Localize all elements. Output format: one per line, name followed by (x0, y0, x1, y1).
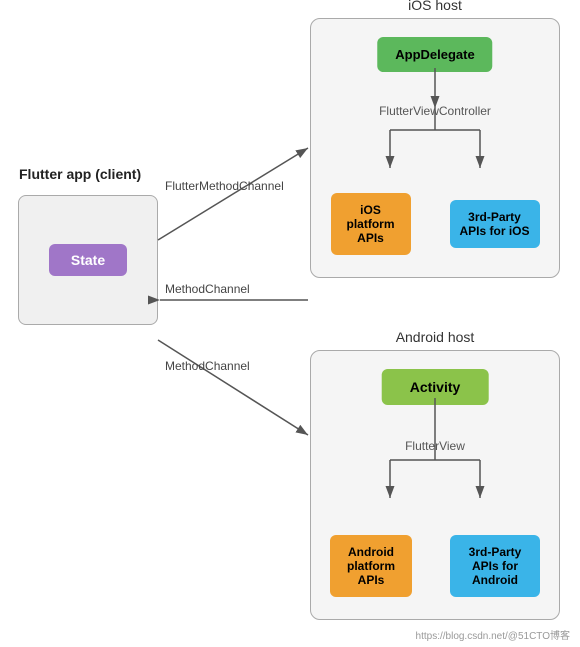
activity-box: Activity (382, 369, 489, 405)
method-channel-lower-label: MethodChannel (165, 359, 250, 373)
diagram-container: Flutter app (client) State iOS host AppD… (0, 0, 580, 647)
android-host-label: Android host (311, 329, 559, 345)
flutter-client-label: Flutter app (client) (19, 166, 141, 182)
ios-platform-apis-box: iOSplatformAPIs (331, 193, 411, 255)
ios-host-box: iOS host AppDelegate FlutterViewControll… (310, 18, 560, 278)
android-platform-apis-box: AndroidplatformAPIs (330, 535, 412, 597)
ios-apis-row: iOSplatformAPIs 3rd-PartyAPIs for iOS (311, 193, 559, 255)
android-3rdparty-apis-box: 3rd-PartyAPIs forAndroid (450, 535, 540, 597)
ios-host-label: iOS host (311, 0, 559, 13)
watermark-text: https://blog.csdn.net/@51CTO博客 (416, 627, 570, 642)
flutter-view-label: FlutterView (405, 439, 465, 453)
android-host-box: Android host Activity FlutterView Androi… (310, 350, 560, 620)
state-box: State (49, 244, 127, 276)
android-apis-row: AndroidplatformAPIs 3rd-PartyAPIs forAnd… (311, 535, 559, 597)
flutter-view-controller-label: FlutterViewController (379, 104, 491, 118)
flutter-client-box: Flutter app (client) State (18, 195, 158, 325)
flutter-method-channel-label: FlutterMethodChannel (165, 179, 284, 193)
app-delegate-box: AppDelegate (377, 37, 492, 72)
ios-3rdparty-apis-box: 3rd-PartyAPIs for iOS (450, 200, 540, 248)
method-channel-upper-label: MethodChannel (165, 282, 250, 296)
